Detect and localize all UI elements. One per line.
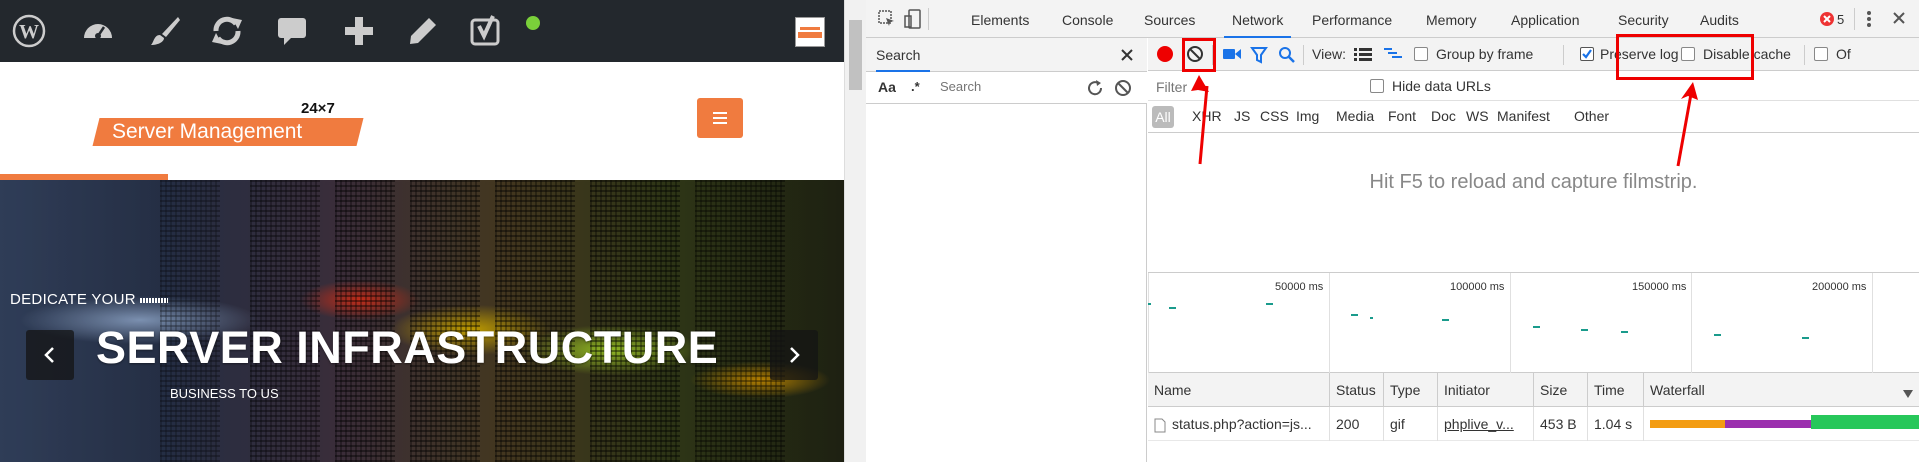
- page-scrollbar[interactable]: [844, 0, 866, 462]
- devtools-panel: Elements Console Sources Network Perform…: [866, 0, 1919, 462]
- dashboard-icon[interactable]: [77, 10, 119, 52]
- hamburger-menu-button[interactable]: [697, 98, 743, 138]
- svg-text:W: W: [19, 21, 39, 43]
- wp-admin-bar: W: [0, 0, 844, 62]
- chevron-left-icon: [44, 347, 54, 363]
- logo-text: Server Management: [112, 120, 303, 143]
- slider-next-button[interactable]: [770, 330, 818, 380]
- avatar[interactable]: [795, 17, 825, 47]
- hero-kicker: DEDICATE YOUR: [10, 291, 168, 308]
- new-plus-icon[interactable]: [338, 10, 380, 52]
- hero-slider: [0, 180, 844, 462]
- site-logo[interactable]: 24×7 Server Management: [92, 100, 364, 146]
- hero-subtitle: BUSINESS TO US: [170, 386, 279, 401]
- annotation-arrows: [1191, 75, 1698, 167]
- annotation-arrow-clear: [1198, 85, 1209, 165]
- comments-icon[interactable]: [271, 10, 313, 52]
- yoast-icon[interactable]: [465, 10, 507, 52]
- website-viewport: W 24×7 Server Management DEDICATE YOUR S…: [0, 0, 844, 462]
- page-scrollbar-thumb[interactable]: [849, 20, 862, 90]
- customize-brush-icon[interactable]: [144, 10, 186, 52]
- chevron-right-icon: [790, 347, 800, 363]
- edit-pencil-icon[interactable]: [402, 10, 444, 52]
- logo-top-text: 24×7: [301, 100, 335, 117]
- updates-icon[interactable]: [206, 10, 248, 52]
- status-dot-icon: [526, 16, 540, 30]
- hero-title: SERVER INFRASTRUCTURE: [96, 322, 719, 373]
- slider-prev-button[interactable]: [26, 330, 74, 380]
- annotation-arrow-head: [1191, 75, 1209, 92]
- annotation-arrow-preserve: [1676, 93, 1693, 167]
- wordpress-icon[interactable]: W: [8, 10, 50, 52]
